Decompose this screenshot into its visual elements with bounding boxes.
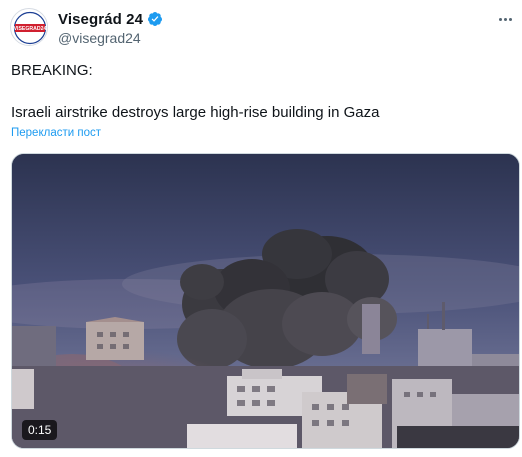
display-name[interactable]: Visegrád 24 (58, 11, 143, 28)
tweet-card[interactable]: VISEGRAD24 Visegrád 24 @visegrad24 BREAK… (0, 0, 522, 457)
tweet-text-line-1: BREAKING: (11, 62, 93, 79)
video-thumbnail (12, 154, 519, 448)
svg-text:VISEGRAD24: VISEGRAD24 (14, 26, 47, 32)
user-handle[interactable]: @visegrad24 (58, 30, 141, 46)
verified-badge-icon (147, 11, 163, 27)
video-player[interactable] (11, 153, 520, 449)
avatar[interactable]: VISEGRAD24 (10, 8, 48, 46)
translate-post-link[interactable]: Перекласти пост (11, 127, 101, 139)
tweet-text-line-2: Israeli airstrike destroys large high-ri… (11, 104, 380, 121)
visegrad24-logo-icon: VISEGRAD24 (12, 10, 47, 45)
more-options-icon[interactable] (494, 10, 516, 28)
video-duration-badge: 0:15 (22, 420, 58, 440)
